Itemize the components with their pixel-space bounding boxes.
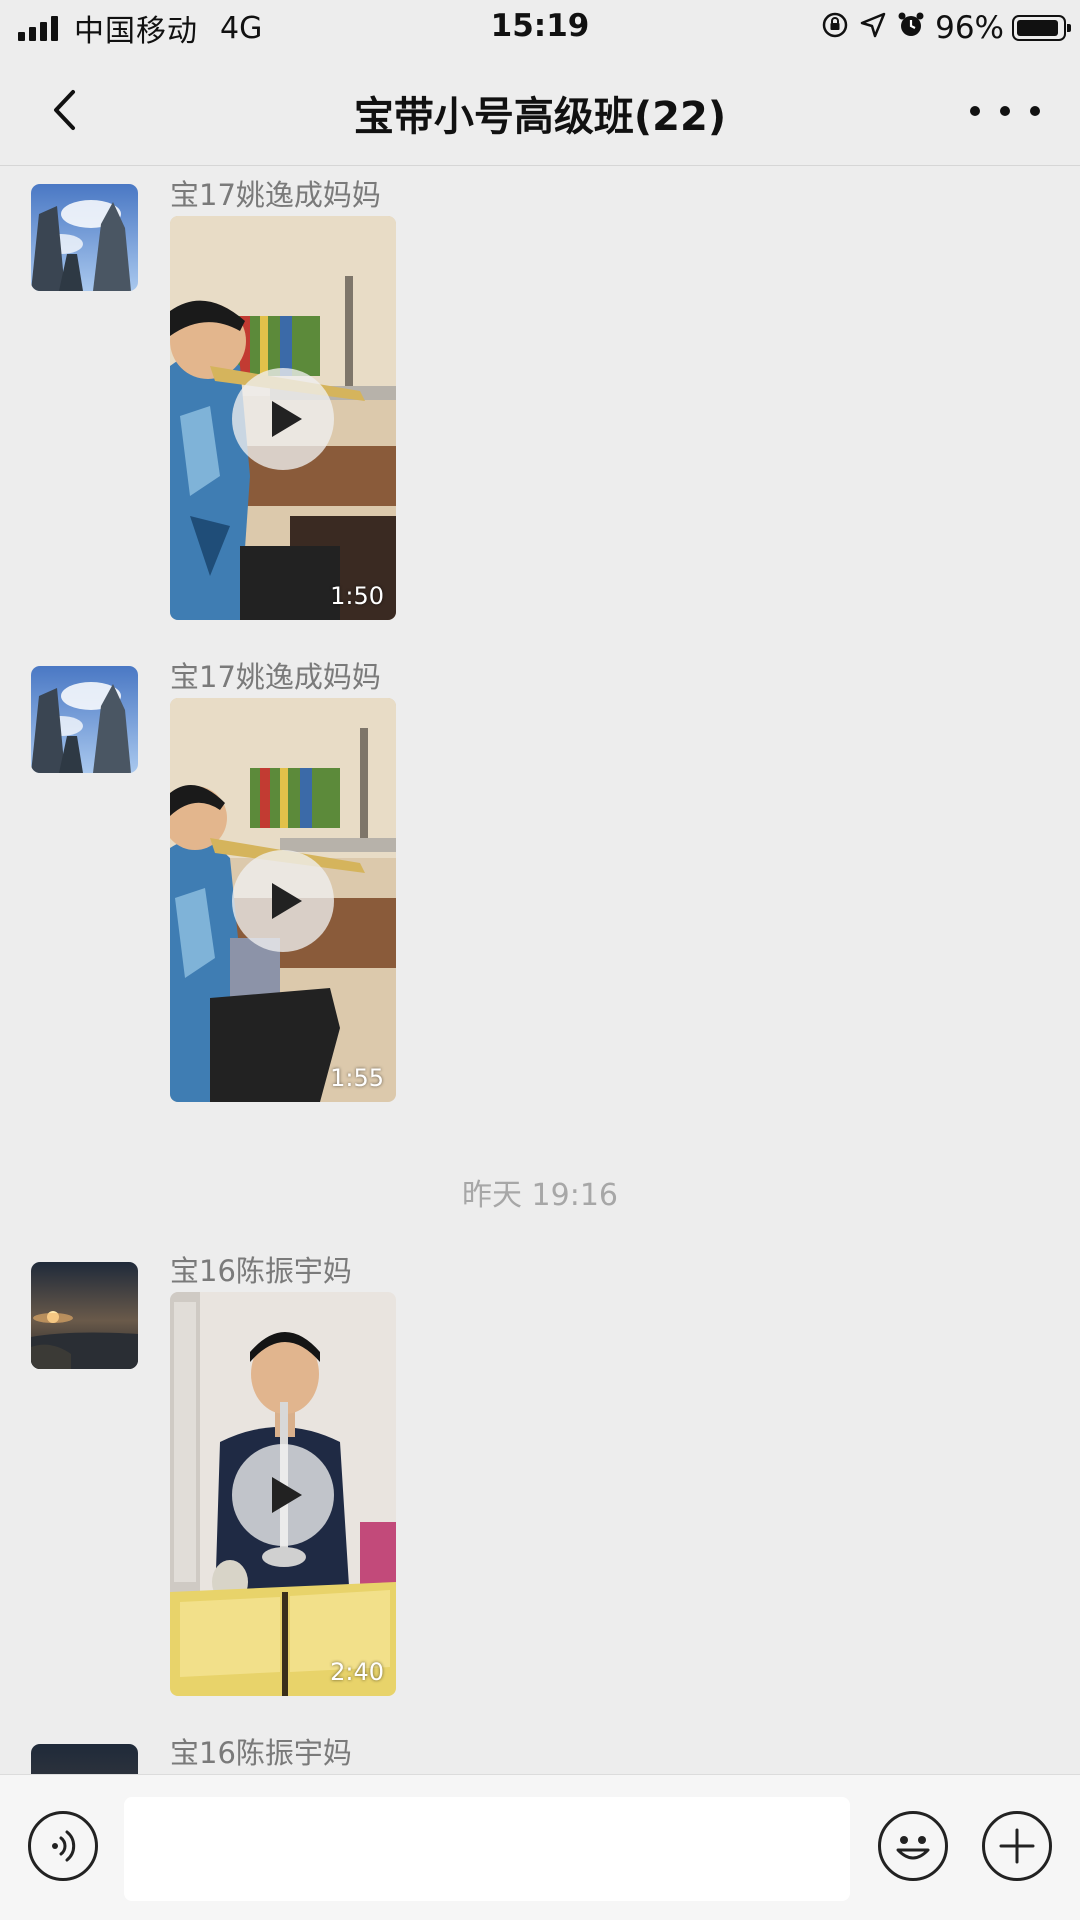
video-message[interactable]: 1:50 — [170, 216, 396, 620]
battery-level-fill — [1017, 20, 1058, 36]
more-dots-icon — [970, 106, 980, 116]
location-icon — [859, 11, 887, 46]
plus-icon — [999, 1828, 1035, 1864]
message-input[interactable] — [124, 1797, 850, 1901]
sender-name: 宝17姚逸成妈妈 — [170, 660, 381, 694]
play-icon[interactable] — [232, 368, 334, 470]
orientation-lock-icon — [821, 11, 849, 46]
more-button[interactable] — [970, 86, 1040, 136]
sender-name: 宝17姚逸成妈妈 — [170, 178, 381, 212]
play-icon[interactable] — [232, 850, 334, 952]
video-duration: 1:50 — [330, 582, 384, 610]
navigation-bar: 宝带小号高级班(22) — [0, 56, 1080, 166]
sender-name: 宝16陈振宇妈 — [170, 1736, 352, 1770]
voice-button[interactable] — [28, 1811, 98, 1881]
video-message[interactable]: 2:40 — [170, 1292, 396, 1696]
video-duration: 2:40 — [330, 1658, 384, 1686]
avatar[interactable] — [31, 1262, 138, 1369]
chat-title: 宝带小号高级班(22) — [353, 94, 727, 140]
emoji-icon — [896, 1836, 930, 1860]
message-list[interactable]: 宝17姚逸成妈妈 1:50 宝17姚逸成妈妈 1:55 昨天 19:16 宝16… — [0, 166, 1080, 1774]
battery-icon — [1012, 15, 1071, 41]
message-timestamp: 昨天 19:16 — [462, 1178, 618, 1213]
voice-icon — [52, 1830, 76, 1862]
input-bar — [0, 1774, 1080, 1920]
video-duration: 1:55 — [330, 1064, 384, 1092]
play-icon[interactable] — [232, 1444, 334, 1546]
chat-screen: 中国移动 4G 15:19 96% 宝带小号高级班(22) 宝17姚逸成妈妈 1… — [0, 0, 1080, 1920]
more-functions-button[interactable] — [982, 1811, 1052, 1881]
sender-name: 宝16陈振宇妈 — [170, 1254, 352, 1288]
video-message[interactable]: 1:55 — [170, 698, 396, 1102]
avatar[interactable] — [31, 666, 138, 773]
avatar[interactable] — [31, 184, 138, 291]
battery-percent: 96% — [935, 10, 1004, 46]
emoji-button[interactable] — [878, 1811, 948, 1881]
avatar[interactable] — [31, 1744, 138, 1774]
alarm-icon — [897, 11, 925, 46]
status-bar: 中国移动 4G 15:19 96% — [0, 0, 1080, 56]
